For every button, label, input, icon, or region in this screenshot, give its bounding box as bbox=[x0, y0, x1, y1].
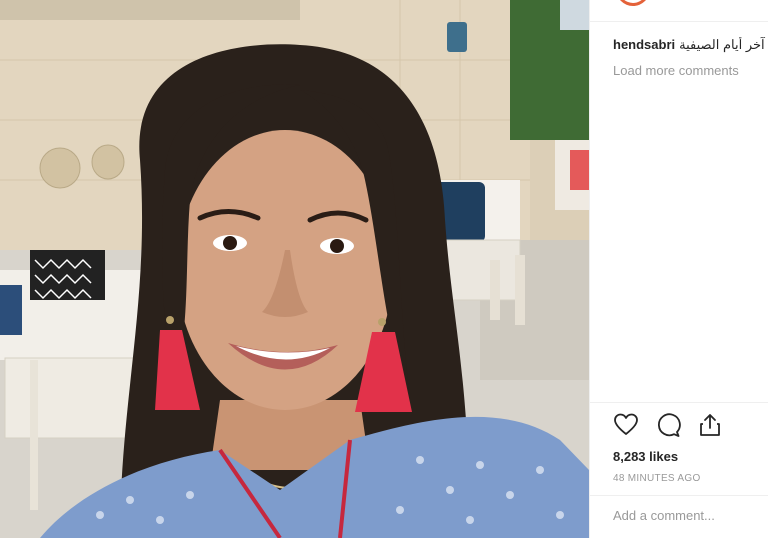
action-bar bbox=[613, 412, 723, 438]
post-side-panel: hendsabri آخر أيام الصيفية Load more com… bbox=[589, 0, 768, 538]
post-photo[interactable] bbox=[0, 0, 589, 538]
comment-divider bbox=[590, 495, 768, 496]
add-comment-input[interactable] bbox=[613, 508, 763, 523]
selfie-image bbox=[0, 0, 589, 538]
avatar[interactable] bbox=[616, 0, 650, 6]
likes-count[interactable]: 8,283 likes bbox=[613, 449, 678, 464]
heart-icon[interactable] bbox=[613, 412, 639, 438]
post-timestamp: 48 MINUTES AGO bbox=[613, 473, 701, 484]
header-divider bbox=[590, 21, 768, 22]
actions-divider bbox=[590, 402, 768, 403]
comment-icon[interactable] bbox=[655, 412, 681, 438]
caption-text: آخر أيام الصيفية bbox=[679, 37, 765, 52]
caption-username[interactable]: hendsabri bbox=[613, 37, 675, 53]
load-more-comments-link[interactable]: Load more comments bbox=[613, 63, 739, 78]
share-icon[interactable] bbox=[697, 412, 723, 438]
post-caption: hendsabri آخر أيام الصيفية bbox=[613, 37, 768, 53]
